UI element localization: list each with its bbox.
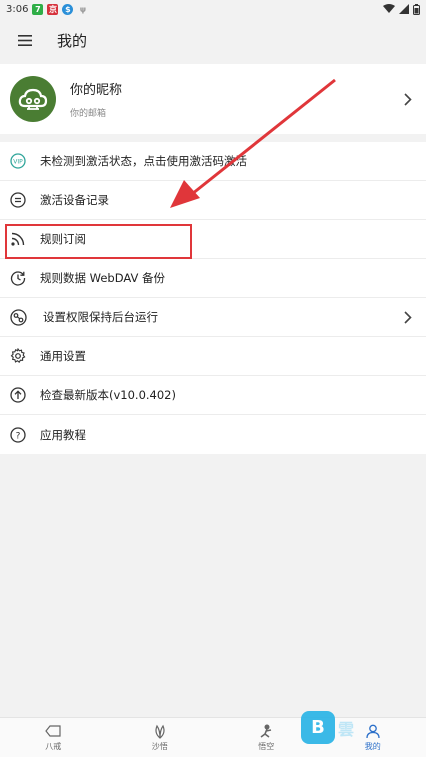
- page-title: 我的: [57, 31, 88, 50]
- bottom-nav: 八戒 沙悟 悟空 我的: [0, 717, 426, 757]
- menu-item-label: 应用教程: [40, 427, 86, 442]
- menu-item-label: 规则数据 WebDAV 备份: [40, 271, 166, 285]
- nav-label: 悟空: [258, 742, 275, 751]
- menu-item-background-permission[interactable]: 设置权限保持后台运行: [0, 298, 426, 337]
- profile-text: 你的昵称 你的邮箱: [70, 79, 122, 119]
- profile-nickname: 你的昵称: [70, 83, 123, 98]
- menu-item-general-settings[interactable]: 通用设置: [0, 337, 426, 376]
- leaf-icon: [153, 723, 167, 739]
- menu-item-label: 设置权限保持后台运行: [43, 310, 158, 324]
- person-icon: [366, 723, 380, 739]
- wifi-icon: [383, 4, 395, 13]
- nav-label: 八戒: [45, 742, 62, 751]
- device-record-icon: [9, 191, 27, 209]
- status-right: [383, 3, 420, 15]
- hamburger-menu-button[interactable]: [0, 18, 50, 62]
- menu-item-label: 通用设置: [40, 349, 86, 363]
- status-bar: 3:06 7 京 $ ψ: [0, 0, 426, 18]
- monkey-icon: [258, 723, 274, 739]
- menu-item-activation[interactable]: VIP 未检测到激活状态，点击使用激活码激活: [0, 142, 426, 181]
- menu-list: VIP 未检测到激活状态，点击使用激活码激活 激活设备记录 规则订阅 规则数据 …: [0, 142, 426, 454]
- chevron-right-icon: [404, 92, 412, 106]
- profile-email: 你的邮箱: [70, 109, 107, 119]
- watermark-logo: B: [301, 711, 335, 744]
- nav-label: 沙悟: [151, 742, 168, 751]
- status-left: 3:06 7 京 $ ψ: [6, 3, 88, 15]
- menu-item-label: 激活设备记录: [40, 193, 109, 207]
- green-app-icon: 7: [32, 3, 44, 15]
- svg-text:?: ?: [16, 431, 21, 441]
- activation-key-icon: VIP: [9, 152, 27, 170]
- tag-icon: [45, 723, 61, 739]
- profile-card[interactable]: 你的昵称 你的邮箱: [0, 64, 426, 134]
- background-run-icon: [9, 308, 27, 326]
- app-bar: 我的: [0, 18, 426, 62]
- menu-item-label: 未检测到激活状态，点击使用激活码激活: [40, 154, 247, 168]
- nav-label: 我的: [364, 742, 381, 751]
- menu-item-tutorial[interactable]: ? 应用教程: [0, 415, 426, 454]
- cloud-logo-icon: [18, 88, 48, 110]
- chevron-right-icon: [404, 310, 412, 324]
- battery-icon: [413, 3, 420, 15]
- signal-icon: [399, 4, 409, 14]
- help-icon: ?: [9, 426, 27, 444]
- red-app-icon: 京: [47, 3, 59, 15]
- backup-clock-icon: [9, 269, 27, 287]
- menu-item-label: 规则订阅: [40, 232, 86, 246]
- menu-item-webdav-backup[interactable]: 规则数据 WebDAV 备份: [0, 259, 426, 298]
- rss-feed-icon: [9, 230, 27, 248]
- menu-item-label: 检查最新版本(v10.0.402): [40, 388, 176, 402]
- menu-item-device-record[interactable]: 激活设备记录: [0, 181, 426, 220]
- misc-app-icon: ψ: [79, 4, 87, 14]
- avatar[interactable]: [10, 76, 56, 122]
- screen: 3:06 7 京 $ ψ 我的 你的昵称 你的邮箱 VIP 未检测到激活状态，点…: [0, 0, 426, 757]
- menu-item-check-update[interactable]: 检查最新版本(v10.0.402): [0, 376, 426, 415]
- upload-arrow-icon: [9, 386, 27, 404]
- hamburger-icon: [18, 34, 32, 46]
- nav-item-shawu[interactable]: 沙悟: [107, 718, 214, 757]
- svg-text:VIP: VIP: [13, 159, 23, 166]
- watermark-text: 雲: [338, 720, 356, 739]
- menu-item-rule-subscription[interactable]: 规则订阅: [0, 220, 426, 259]
- blue-app-icon: $: [62, 3, 74, 15]
- nav-item-mine[interactable]: 我的: [320, 718, 426, 757]
- gear-icon: [9, 347, 27, 365]
- nav-item-bajie[interactable]: 八戒: [0, 718, 107, 757]
- status-time: 3:06: [6, 3, 29, 15]
